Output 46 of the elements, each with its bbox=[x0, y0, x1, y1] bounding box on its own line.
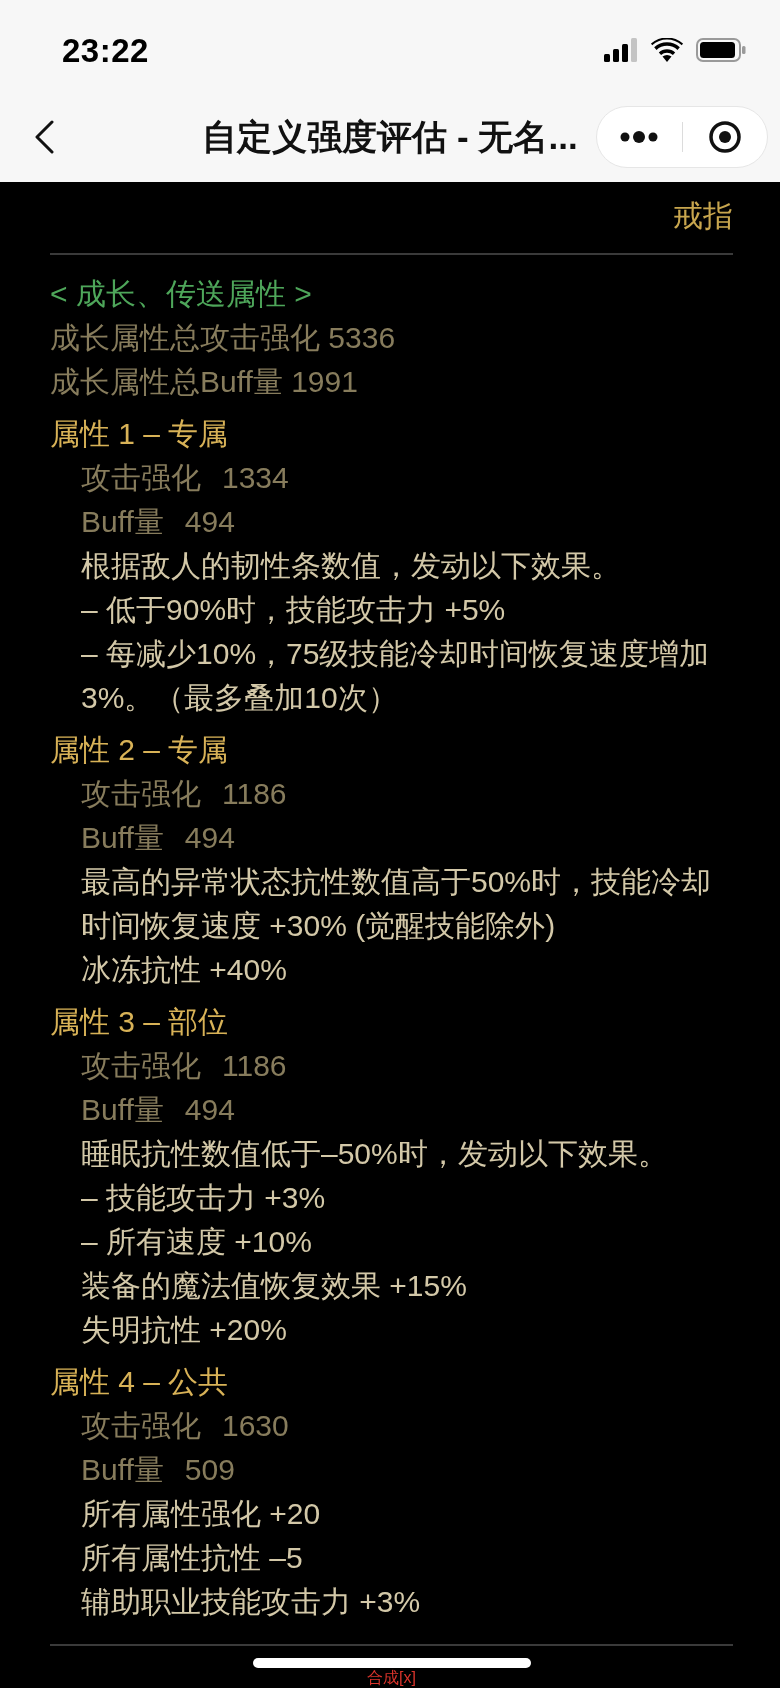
total-line: 成长属性总Buff量 1991 bbox=[50, 364, 359, 400]
effect-text: 根据敌人的韧性条数值，发动以下效果。 bbox=[80, 548, 622, 584]
stat-value: 509 bbox=[184, 1452, 235, 1488]
stat-label: 攻击强化 bbox=[81, 776, 201, 812]
status-time: 23:22 bbox=[62, 33, 149, 67]
effect-text: – 低于90%时，技能攻击力 +5% bbox=[80, 592, 507, 628]
more-icon bbox=[620, 131, 659, 143]
effect-text: 所有属性抗性 –5 bbox=[80, 1540, 304, 1576]
stat-label: Buff量 bbox=[81, 1092, 164, 1128]
attribute-title: 属性 4 – 公共 bbox=[50, 1364, 230, 1400]
stat-label: Buff量 bbox=[81, 1452, 164, 1488]
stat-value: 1334 bbox=[222, 460, 289, 496]
total-line: 成长属性总攻击强化 5336 bbox=[50, 320, 397, 356]
effect-text: 最高的异常状态抗性数值高于50%时，技能冷却时间恢复速度 +30% (觉醒技能除外) bbox=[80, 864, 713, 944]
slot-label: 戒指 bbox=[672, 198, 733, 234]
target-icon bbox=[708, 121, 741, 153]
wifi-icon bbox=[651, 38, 683, 62]
page-title: 自定义强度评估 - 无名... bbox=[202, 116, 578, 158]
section-heading: < 成长、传送属性 > bbox=[50, 276, 313, 312]
stat-label: 攻击强化 bbox=[81, 1408, 201, 1444]
battery-icon bbox=[696, 38, 746, 62]
stat-label: Buff量 bbox=[81, 820, 164, 856]
stat-value: 1186 bbox=[222, 776, 287, 812]
back-icon bbox=[34, 120, 54, 154]
effect-text: 装备的魔法值恢复效果 +15% bbox=[80, 1268, 468, 1304]
attribute-title: 属性 1 – 专属 bbox=[50, 416, 230, 452]
stat-value: 494 bbox=[184, 504, 235, 540]
stat-label: Buff量 bbox=[81, 504, 164, 540]
effect-text: – 技能攻击力 +3% bbox=[80, 1180, 327, 1216]
stat-label: 攻击强化 bbox=[81, 1048, 201, 1084]
effect-text: 所有属性强化 +20 bbox=[80, 1496, 322, 1532]
stat-value: 494 bbox=[184, 820, 235, 856]
attribute-title: 属性 2 – 专属 bbox=[50, 732, 230, 768]
stat-value: 1186 bbox=[222, 1048, 287, 1084]
stat-value: 1630 bbox=[222, 1408, 289, 1444]
craft-link[interactable]: 合成[x] bbox=[367, 1669, 416, 1686]
effect-text: 冰冻抗性 +40% bbox=[80, 952, 288, 988]
effect-text: 辅助职业技能攻击力 +3% bbox=[80, 1584, 422, 1620]
stat-label: 攻击强化 bbox=[81, 460, 201, 496]
effect-text: – 每减少10%，75级技能冷却时间恢复速度增加3%。（最多叠加10次） bbox=[80, 636, 711, 716]
effect-text: 失明抗性 +20% bbox=[80, 1312, 288, 1348]
stat-value: 494 bbox=[184, 1092, 235, 1128]
effect-text: – 所有速度 +10% bbox=[80, 1224, 313, 1260]
effect-text: 睡眠抗性数值低于–50%时，发动以下效果。 bbox=[80, 1136, 669, 1172]
signal-icon bbox=[604, 38, 638, 62]
attribute-title: 属性 3 – 部位 bbox=[50, 1004, 230, 1040]
